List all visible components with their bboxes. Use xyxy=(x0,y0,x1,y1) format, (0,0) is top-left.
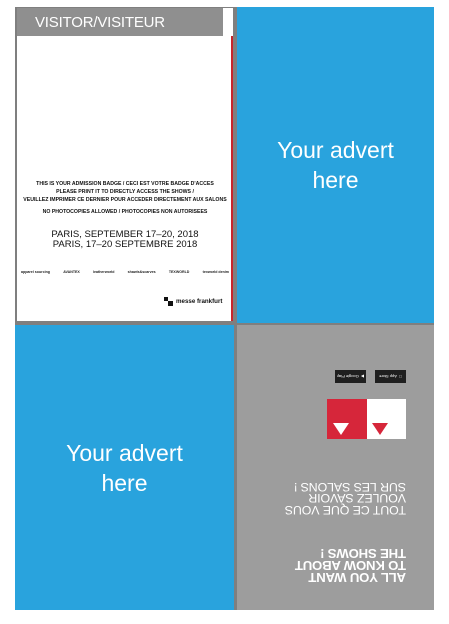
apple-icon:  xyxy=(399,374,402,379)
app-icon-red xyxy=(327,399,367,439)
app-promo-panel: ALL YOU WANT TO KNOW ABOUT THE SHOWS ! T… xyxy=(237,325,434,610)
logo-apparel-sourcing: apparel sourcing xyxy=(21,270,50,274)
logo-shawls-scarves: shawls&scarves xyxy=(127,270,156,274)
promo-subheading-line-3: SUR LES SALONS ! xyxy=(293,480,406,494)
promo-subheading: TOUT CE QUE VOUS VOULEZ SAVOIR SUR LES S… xyxy=(284,480,406,517)
advert-text: Your advert here xyxy=(256,135,416,195)
advert-line-1: Your advert xyxy=(66,439,183,466)
promo-heading: ALL YOU WANT TO KNOW ABOUT THE SHOWS ! xyxy=(295,546,406,585)
visitor-badge: VISITOR/VISITEUR THIS IS YOUR ADMISSION … xyxy=(17,8,233,321)
messe-frankfurt-icon xyxy=(164,297,173,306)
logo-avantex: AVANTEX xyxy=(63,270,80,274)
app-promo-rotated: ALL YOU WANT TO KNOW ABOUT THE SHOWS ! T… xyxy=(237,325,434,610)
advert-line-1: Your advert xyxy=(277,137,394,163)
promo-subheading-line-1: TOUT CE QUE VOUS xyxy=(284,503,406,517)
badge-title-en: VISITOR xyxy=(35,14,94,31)
triangle-logo-icon xyxy=(372,423,388,435)
logo-texworld: TEXWORLD xyxy=(168,270,190,274)
badge-notice-1: THIS IS YOUR ADMISSION BADGE / CECI EST … xyxy=(36,181,214,187)
advert-line-2: here xyxy=(312,167,359,193)
advert-top-right: Your advert here xyxy=(237,7,434,323)
show-logos: apparel sourcing AVANTEX leatherworld sh… xyxy=(21,270,229,274)
badge-red-edge xyxy=(231,36,233,321)
google-play-badge[interactable]: ▶ Google Play xyxy=(335,370,366,383)
logo-leatherworld: leatherworld xyxy=(93,270,115,274)
messe-frankfurt-label: messe frankfurt xyxy=(176,298,223,305)
app-store-badge[interactable]:  App Store xyxy=(375,370,406,383)
play-icon: ▶ xyxy=(360,374,364,379)
badge-notice-3: VEUILLEZ IMPRIMER CE DERNIER POUR ACCEDE… xyxy=(23,197,227,203)
advert-line-2: here xyxy=(101,469,148,496)
app-store-label: App Store xyxy=(379,374,399,379)
advert-bottom-left: Your advert here xyxy=(15,325,234,610)
triangle-logo-icon xyxy=(333,423,349,435)
badge-title: VISITOR/VISITEUR xyxy=(35,14,165,31)
app-icon-white xyxy=(366,399,406,439)
advert-text: Your advert here xyxy=(45,438,205,498)
badge-title-fr: VISITEUR xyxy=(97,14,165,31)
logo-texworld-denim: texworld denim xyxy=(202,270,229,274)
badge-notice-2: PLEASE PRINT IT TO DIRECTLY ACCESS THE S… xyxy=(56,189,194,195)
badge-header: VISITOR/VISITEUR xyxy=(17,8,223,36)
google-play-label: Google Play xyxy=(337,374,359,379)
event-date-fr: PARIS, 17–20 SEPTEMBRE 2018 xyxy=(52,239,198,250)
messe-frankfurt-logo: messe frankfurt xyxy=(164,297,222,306)
badge-notice-4: NO PHOTOCOPIES ALLOWED / PHOTOCOPIES NON… xyxy=(42,209,208,215)
